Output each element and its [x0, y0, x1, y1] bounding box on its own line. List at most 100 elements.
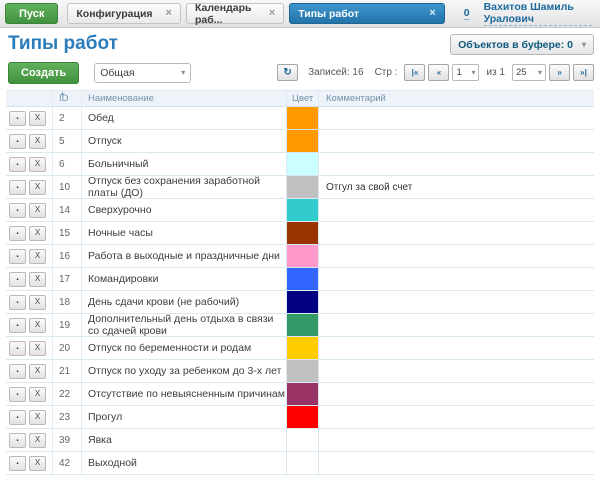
page-size-select[interactable]: 25 ▾: [512, 64, 546, 81]
tab-label: Календарь раб...: [195, 2, 256, 26]
row-name: Дополнительный день отдыха в связи со сд…: [81, 314, 286, 336]
edit-row-button[interactable]: ▪: [9, 364, 26, 379]
user-name-link[interactable]: Вахитов Шамиль Уралович: [484, 1, 592, 26]
close-icon[interactable]: ×: [429, 8, 435, 19]
buffer-button[interactable]: Объектов в буфере: 0 ▾: [450, 34, 594, 55]
table-row: ▪ X 39 Явка: [6, 429, 594, 452]
delete-row-button[interactable]: X: [29, 249, 46, 264]
row-color-cell: [286, 107, 319, 129]
create-button[interactable]: Создать: [8, 62, 79, 84]
delete-row-button[interactable]: X: [29, 226, 46, 241]
top-taskbar: Пуск Конфигурация × Календарь раб... × Т…: [0, 0, 600, 28]
edit-icon: ▪: [16, 139, 18, 145]
notifications-count-link[interactable]: 0: [464, 7, 470, 20]
edit-row-button[interactable]: ▪: [9, 226, 26, 241]
delete-row-button[interactable]: X: [29, 157, 46, 172]
edit-row-button[interactable]: ▪: [9, 157, 26, 172]
edit-row-button[interactable]: ▪: [9, 180, 26, 195]
row-color-cell: [286, 291, 319, 313]
delete-row-button[interactable]: X: [29, 203, 46, 218]
tab-work-calendar[interactable]: Календарь раб... ×: [186, 3, 284, 24]
header-comment[interactable]: Комментарий: [319, 91, 594, 106]
edit-row-button[interactable]: ▪: [9, 134, 26, 149]
edit-icon: ▪: [16, 392, 18, 398]
edit-icon: ▪: [16, 231, 18, 237]
row-name: Отсутствие по невыясненным причинам: [81, 383, 286, 405]
page-title: Типы работ: [8, 34, 118, 53]
row-color-cell: [286, 245, 319, 267]
delete-row-button[interactable]: X: [29, 134, 46, 149]
delete-row-button[interactable]: X: [29, 272, 46, 287]
tab-configuration[interactable]: Конфигурация ×: [67, 3, 181, 24]
row-id: 17: [52, 268, 81, 290]
page-number-select[interactable]: 1 ▾: [452, 64, 479, 81]
prev-page-icon: «: [437, 68, 441, 77]
color-swatch: [287, 268, 318, 290]
delete-row-button[interactable]: X: [29, 456, 46, 471]
delete-row-button[interactable]: X: [29, 111, 46, 126]
header-color[interactable]: Цвет: [286, 91, 319, 106]
row-name: Отпуск без сохранения заработной платы (…: [81, 176, 286, 198]
delete-icon: X: [35, 320, 40, 329]
row-comment: [319, 314, 594, 336]
tab-work-types[interactable]: Типы работ ×: [289, 3, 444, 24]
table-row: ▪ X 19 Дополнительный день отдыха в связ…: [6, 314, 594, 337]
table-row: ▪ X 20 Отпуск по беременности и родам: [6, 337, 594, 360]
row-actions-cell: ▪ X: [6, 383, 52, 405]
row-id: 23: [52, 406, 81, 428]
edit-icon: ▪: [16, 415, 18, 421]
edit-row-button[interactable]: ▪: [9, 111, 26, 126]
next-page-button[interactable]: »: [549, 64, 570, 81]
edit-row-button[interactable]: ▪: [9, 410, 26, 425]
header-id[interactable]: ▴ ID: [52, 91, 81, 106]
delete-row-button[interactable]: X: [29, 410, 46, 425]
delete-icon: X: [35, 412, 40, 421]
last-page-button[interactable]: »|: [573, 64, 594, 81]
edit-row-button[interactable]: ▪: [9, 433, 26, 448]
prev-page-button[interactable]: «: [428, 64, 449, 81]
edit-row-button[interactable]: ▪: [9, 203, 26, 218]
row-actions-cell: ▪ X: [6, 406, 52, 428]
first-page-button[interactable]: |«: [404, 64, 425, 81]
row-comment: [319, 222, 594, 244]
edit-row-button[interactable]: ▪: [9, 249, 26, 264]
header-color-label: Цвет: [292, 93, 313, 104]
row-name: Обед: [81, 107, 286, 129]
row-comment: [319, 130, 594, 152]
row-id: 20: [52, 337, 81, 359]
start-button[interactable]: Пуск: [5, 3, 58, 24]
page-size-value: 25: [516, 67, 527, 78]
row-name: Сверхурочно: [81, 199, 286, 221]
delete-row-button[interactable]: X: [29, 180, 46, 195]
row-name: Ночные часы: [81, 222, 286, 244]
delete-row-button[interactable]: X: [29, 364, 46, 379]
color-swatch: [287, 107, 318, 129]
delete-row-button[interactable]: X: [29, 295, 46, 310]
row-comment: [319, 291, 594, 313]
delete-row-button[interactable]: X: [29, 387, 46, 402]
edit-row-button[interactable]: ▪: [9, 456, 26, 471]
row-comment: [319, 245, 594, 267]
delete-row-button[interactable]: X: [29, 341, 46, 356]
edit-row-button[interactable]: ▪: [9, 318, 26, 333]
table-header-row: ▴ ID Наименование Цвет Комментарий: [6, 91, 594, 107]
edit-row-button[interactable]: ▪: [9, 295, 26, 310]
refresh-button[interactable]: ↻: [277, 64, 298, 81]
filter-select[interactable]: Общая ▾: [94, 63, 191, 83]
row-color-cell: [286, 360, 319, 382]
chevron-down-icon: ▾: [538, 69, 542, 77]
close-icon[interactable]: ×: [166, 8, 172, 19]
edit-row-button[interactable]: ▪: [9, 341, 26, 356]
delete-icon: X: [35, 113, 40, 122]
delete-icon: X: [35, 205, 40, 214]
delete-row-button[interactable]: X: [29, 318, 46, 333]
header-name[interactable]: Наименование: [81, 91, 286, 106]
color-swatch: [287, 452, 318, 474]
delete-row-button[interactable]: X: [29, 433, 46, 448]
edit-row-button[interactable]: ▪: [9, 387, 26, 402]
edit-row-button[interactable]: ▪: [9, 272, 26, 287]
close-icon[interactable]: ×: [269, 8, 275, 19]
row-actions-cell: ▪ X: [6, 429, 52, 451]
page-number-value: 1: [456, 67, 461, 78]
row-color-cell: [286, 222, 319, 244]
